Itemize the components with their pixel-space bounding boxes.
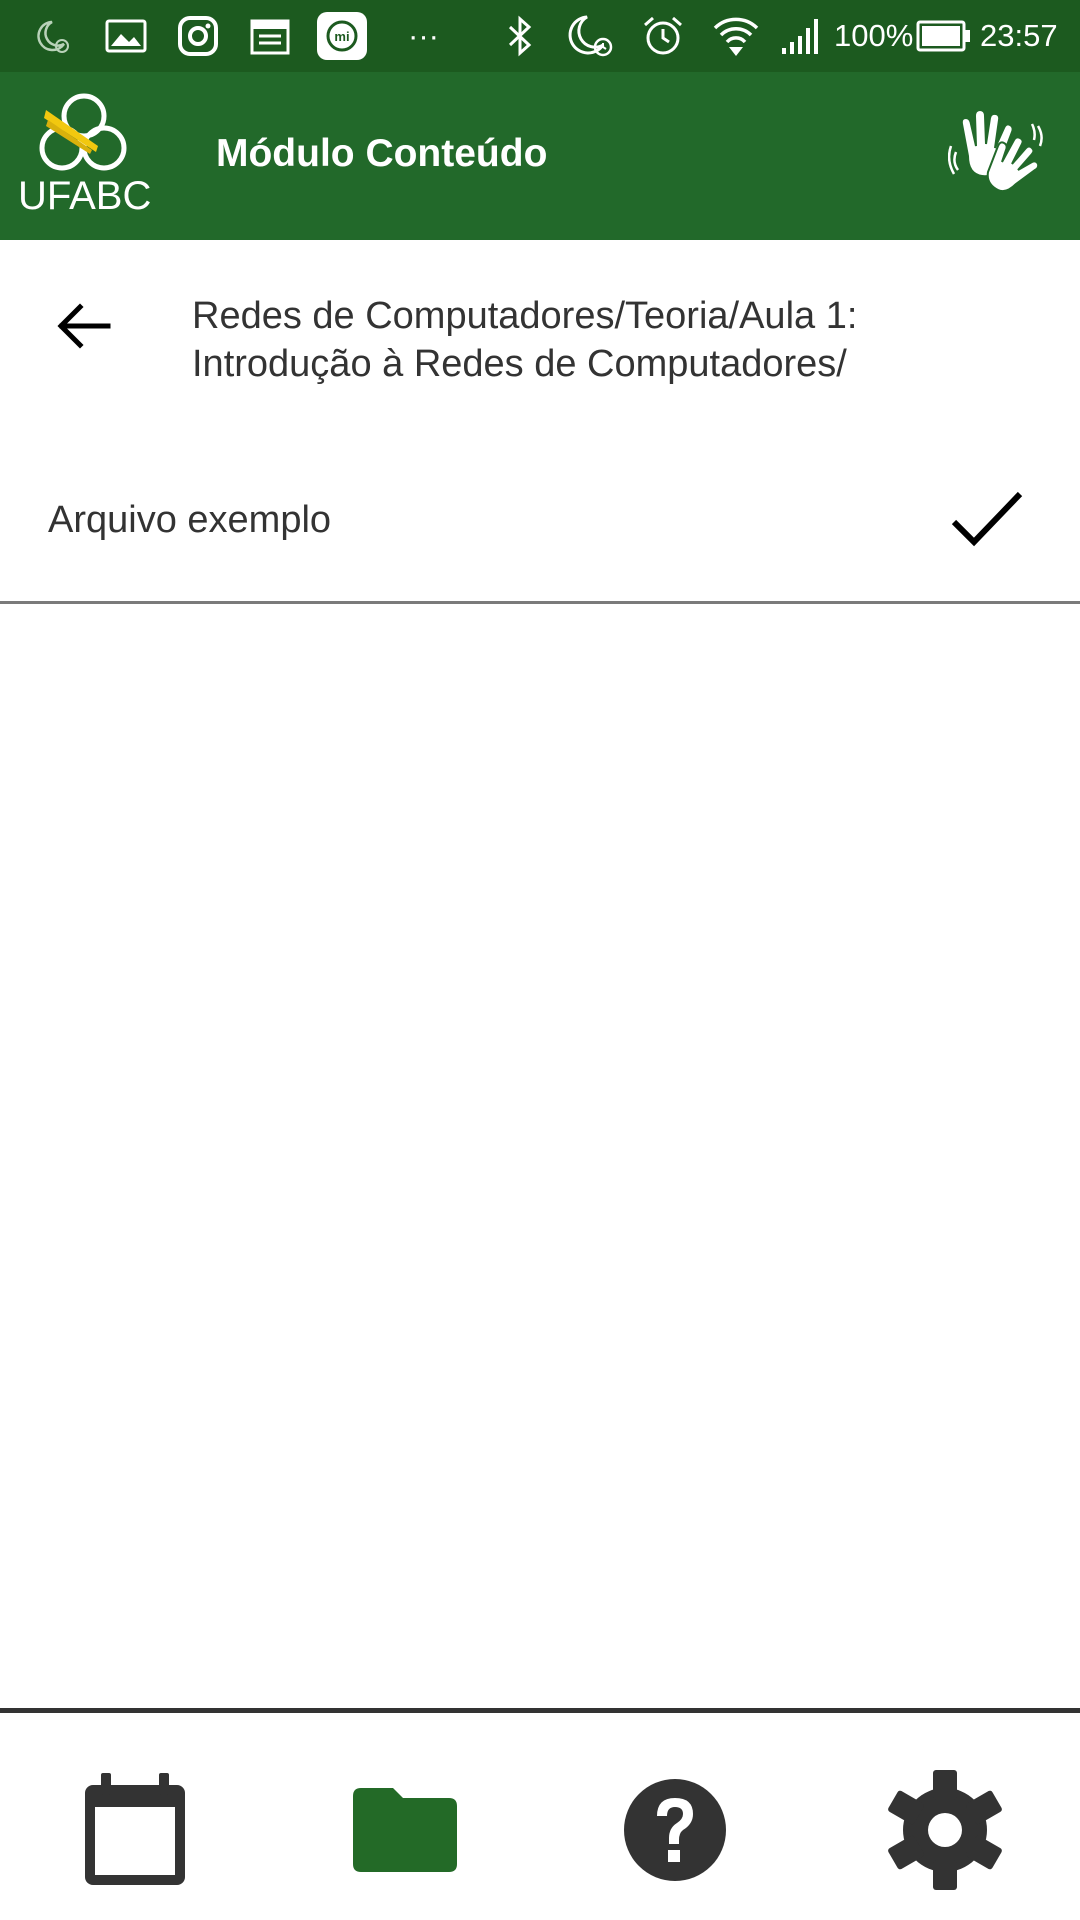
nav-settings-button[interactable] xyxy=(880,1765,1010,1895)
status-bar: mi ··· 100% 23:57 xyxy=(0,0,1080,72)
folder-icon xyxy=(353,1788,457,1872)
arrow-left-icon xyxy=(57,303,111,349)
nav-calendar-button[interactable] xyxy=(70,1765,200,1895)
logo-text: UFABC xyxy=(18,174,152,218)
ufabc-logo: UFABC xyxy=(18,92,152,222)
app-bar: UFABC Módulo Conteúdo xyxy=(0,72,1080,240)
bluetooth-icon xyxy=(502,14,538,58)
breadcrumb: Redes de Computadores/Teoria/Aula 1: Int… xyxy=(192,295,858,385)
calendar-icon xyxy=(248,14,292,58)
help-icon xyxy=(624,1779,726,1881)
check-icon xyxy=(950,488,1024,552)
list-item[interactable]: Arquivo exemplo xyxy=(0,460,1080,604)
gallery-icon xyxy=(104,14,148,58)
back-button[interactable] xyxy=(42,290,126,362)
settings-icon xyxy=(888,1770,1002,1890)
nav-content-button[interactable] xyxy=(340,1765,470,1895)
moon-alarm-icon xyxy=(564,14,616,58)
page-title: Módulo Conteúdo xyxy=(216,132,548,175)
battery-icon xyxy=(916,14,972,58)
moon-alarm-icon xyxy=(30,14,74,58)
battery-percent: 100% xyxy=(834,18,914,53)
sign-language-icon[interactable] xyxy=(947,106,1044,204)
calendar-icon xyxy=(85,1773,185,1885)
clock: 23:57 xyxy=(980,18,1058,53)
mi-icon: mi xyxy=(316,12,368,60)
wifi-icon xyxy=(712,14,760,58)
file-name: Arquivo exemplo xyxy=(48,499,332,541)
svg-text:mi: mi xyxy=(334,29,349,44)
more-indicator: ··· xyxy=(408,18,439,53)
instagram-icon xyxy=(176,14,220,58)
screen: mi ··· 100% 23:57 UFABC Módulo Conteúdo … xyxy=(0,0,1080,1920)
nav-help-button[interactable] xyxy=(610,1765,740,1895)
signal-icon xyxy=(780,14,824,58)
alarm-icon xyxy=(640,14,686,58)
bottom-navigation xyxy=(0,1708,1080,1920)
